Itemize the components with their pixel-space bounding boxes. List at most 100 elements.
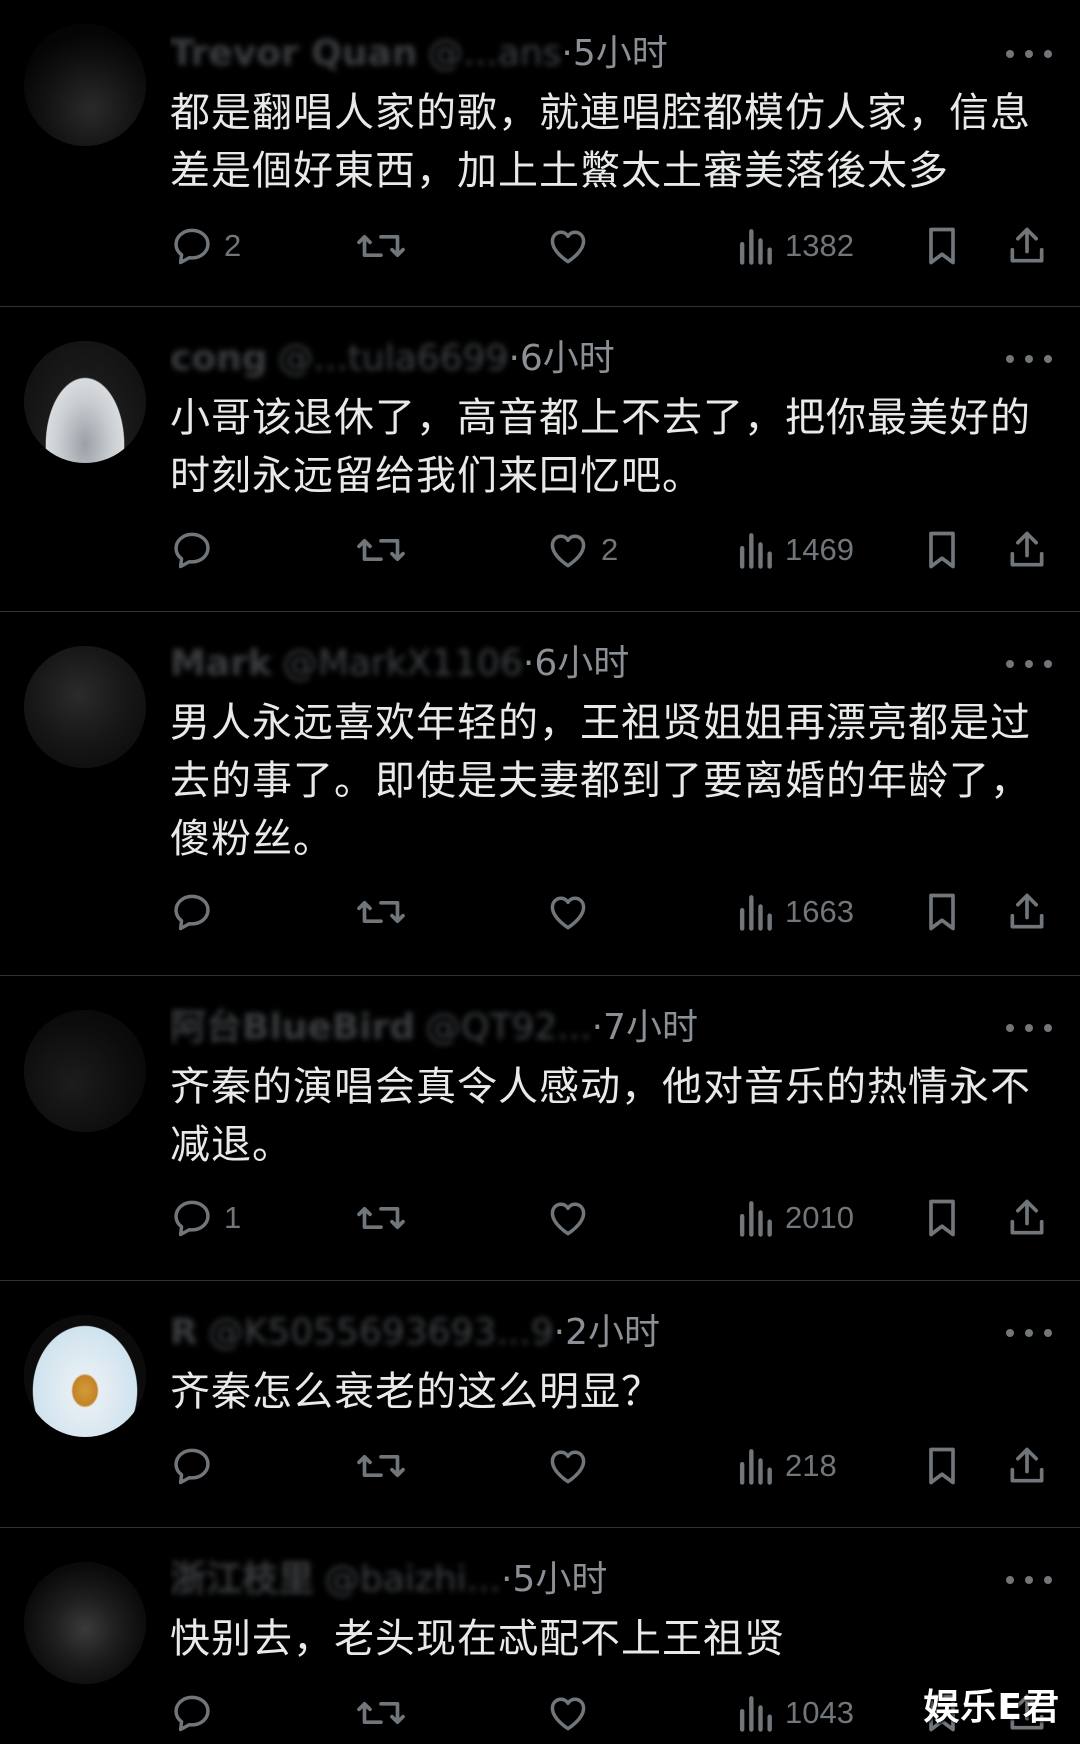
reply-button[interactable] [170,1436,224,1496]
bookmark-button[interactable] [922,216,962,276]
views-button[interactable]: 2010 [735,1188,854,1248]
timestamp[interactable]: ·6小时 [508,338,614,379]
reply-icon [170,890,214,934]
more-options-icon[interactable] [1006,44,1052,64]
bookmark-icon [922,1444,962,1488]
views-button[interactable]: 1469 [735,520,854,580]
author-name[interactable]: cong [170,338,267,379]
tweet-actions: 1 2010 [170,1188,1050,1248]
bookmark-button[interactable] [922,882,962,942]
tweet-actions: 218 [170,1436,1050,1496]
more-options-icon[interactable] [1006,654,1052,674]
retweet-button[interactable] [355,882,407,942]
bookmark-icon [922,224,962,268]
views-button[interactable]: 218 [735,1436,837,1496]
tweet-text: 男人永远喜欢年轻的，王祖贤姐姐再漂亮都是过去的事了。即使是夫妻都到了要离婚的年龄… [170,700,1031,862]
more-options-icon[interactable] [1006,1570,1052,1590]
heart-icon [545,1196,591,1240]
like-button[interactable] [545,216,601,276]
reply-tweet[interactable]: R @K5055693693...9·2小时 齐秦怎么衰老的这么明显？ 218 [0,1281,1080,1528]
tweet-header: R @K5055693693...9·2小时 [170,1309,1000,1357]
author-name[interactable]: 阿台BlueBird [170,1007,415,1048]
bookmark-button[interactable] [922,1188,962,1248]
author-name[interactable]: R [170,1312,198,1353]
reply-button[interactable]: 2 [170,216,241,276]
author-handle[interactable]: @baizhi... [324,1559,501,1600]
timestamp[interactable]: ·5小时 [561,33,667,74]
reply-button[interactable] [170,1683,224,1743]
views-button[interactable]: 1382 [735,216,854,276]
reply-button[interactable]: 1 [170,1188,241,1248]
like-button[interactable] [545,1683,601,1743]
share-button[interactable] [1005,882,1049,942]
reply-icon [170,224,214,268]
like-button[interactable]: 2 [545,520,618,580]
heart-icon [545,1691,591,1735]
more-options-icon[interactable] [1006,1323,1052,1343]
bookmark-button[interactable] [922,1436,962,1496]
timestamp[interactable]: ·7小时 [592,1007,698,1048]
views-button[interactable]: 1043 [735,1683,854,1743]
like-button[interactable] [545,882,601,942]
reply-count: 1 [224,1200,242,1235]
retweet-button[interactable] [355,216,407,276]
reply-button[interactable] [170,882,224,942]
tweet-actions: 1043 [170,1683,1050,1743]
timestamp[interactable]: ·5小时 [501,1559,607,1600]
share-button[interactable] [1005,1436,1049,1496]
views-chart-icon [735,1196,775,1240]
view-count: 2010 [785,1200,854,1235]
author-name[interactable]: Trevor Quan [170,33,417,74]
reply-tweet[interactable]: Mark @MarkX1106·6小时 男人永远喜欢年轻的，王祖贤姐姐再漂亮都是过… [0,612,1080,976]
retweet-button[interactable] [355,520,407,580]
avatar[interactable] [24,24,146,146]
share-icon [1005,1196,1049,1240]
tweet-text: 齐秦怎么衰老的这么明显？ [170,1369,662,1415]
timestamp[interactable]: ·2小时 [554,1312,660,1353]
retweet-icon [355,890,407,934]
share-button[interactable] [1005,520,1049,580]
author-name[interactable]: 浙江枝里 [170,1559,314,1600]
reply-tweet[interactable]: 阿台BlueBird @QT92...·7小时 齐秦的演唱会真令人感动，他对音乐的… [0,976,1080,1281]
reply-button[interactable] [170,520,224,580]
bookmark-button[interactable] [922,520,962,580]
more-options-icon[interactable] [1006,1018,1052,1038]
author-handle[interactable]: @...ans [427,33,561,74]
avatar[interactable] [24,1562,146,1684]
reply-icon [170,1196,214,1240]
tweet-header: Mark @MarkX1106·6小时 [170,640,1000,688]
like-button[interactable] [545,1436,601,1496]
tweet-header: 浙江枝里 @baizhi...·5小时 [170,1556,1000,1604]
share-button[interactable] [1005,1188,1049,1248]
reply-icon [170,1691,214,1735]
author-handle[interactable]: @MarkX1106 [282,643,523,684]
view-count: 1469 [785,532,854,567]
tweet-text: 快别去，老头现在忒配不上王祖贤 [170,1616,785,1662]
like-button[interactable] [545,1188,601,1248]
tweet-text: 齐秦的演唱会真令人感动，他对音乐的热情永不减退。 [170,1064,1031,1168]
retweet-button[interactable] [355,1436,407,1496]
share-button[interactable] [1005,216,1049,276]
avatar[interactable] [24,341,146,463]
author-handle[interactable]: @K5055693693...9 [208,1312,554,1353]
retweet-button[interactable] [355,1188,407,1248]
tweet-header: cong @...tula6699·6小时 [170,335,1000,383]
reply-tweet[interactable]: 浙江枝里 @baizhi...·5小时 快别去，老头现在忒配不上王祖贤 1043 [0,1528,1080,1744]
avatar[interactable] [24,646,146,768]
tweet-actions: 2 1469 [170,520,1050,580]
retweet-icon [355,224,407,268]
reply-tweet[interactable]: Trevor Quan @...ans·5小时 都是翻唱人家的歌，就連唱腔都模仿人… [0,0,1080,307]
more-options-icon[interactable] [1006,349,1052,369]
reply-tweet[interactable]: cong @...tula6699·6小时 小哥该退休了，高音都上不去了，把你最美… [0,307,1080,612]
author-handle[interactable]: @QT92... [425,1007,591,1048]
avatar[interactable] [24,1010,146,1132]
views-button[interactable]: 1663 [735,882,854,942]
author-handle[interactable]: @...tula6699 [277,338,508,379]
retweet-button[interactable] [355,1683,407,1743]
author-name[interactable]: Mark [170,643,272,684]
timestamp[interactable]: ·6小时 [523,643,629,684]
views-chart-icon [735,224,775,268]
heart-icon [545,1444,591,1488]
avatar[interactable] [24,1315,146,1437]
bookmark-icon [922,890,962,934]
